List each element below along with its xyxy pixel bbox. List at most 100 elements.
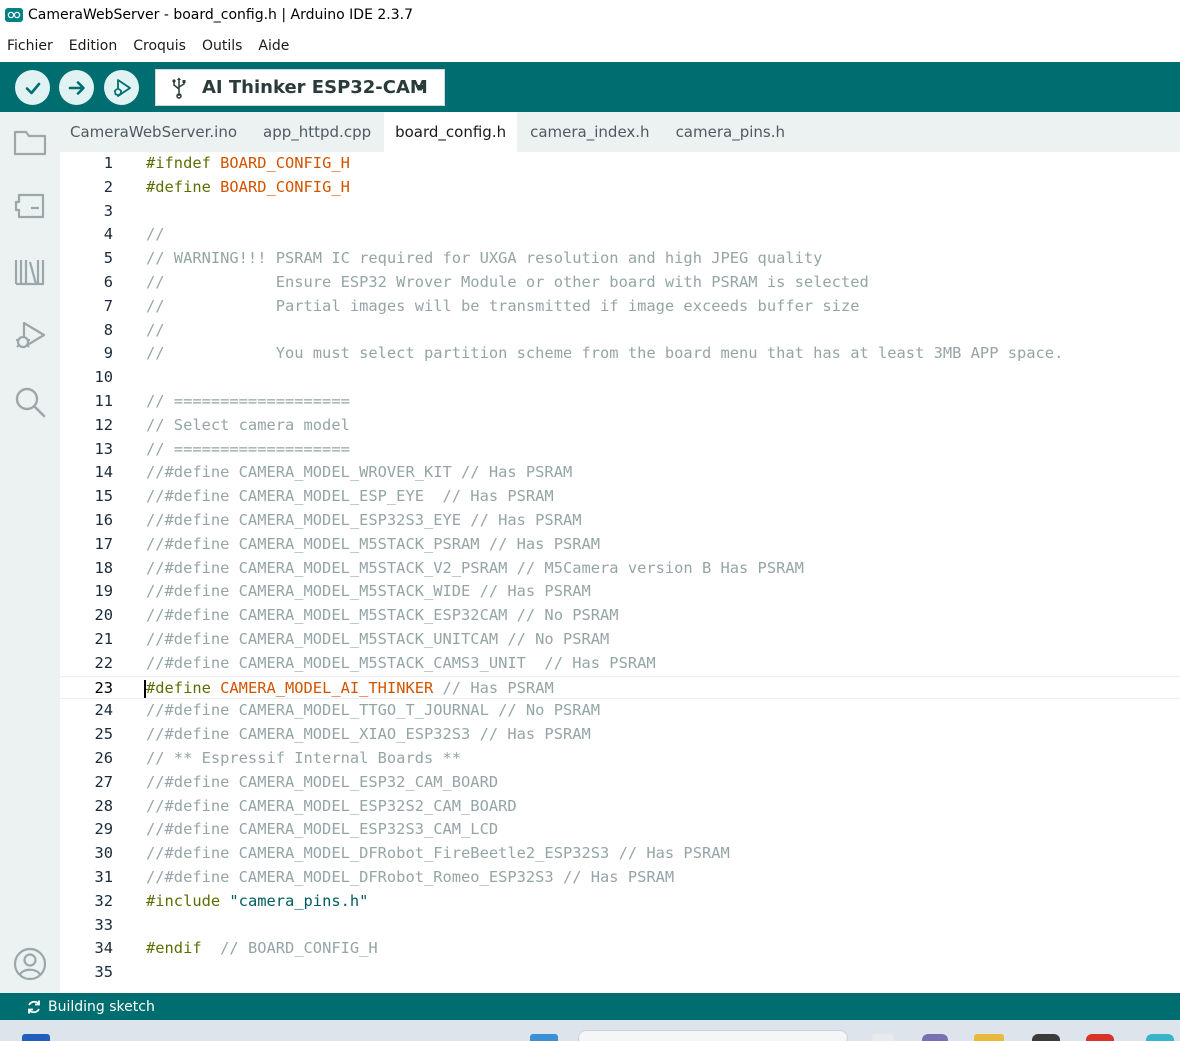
code-token-comment: //#define CAMERA_MODEL_ESP32S3_EYE // Ha… (146, 511, 582, 529)
code-line[interactable]: 8 // (60, 319, 1180, 343)
code-line[interactable]: 17 //#define CAMERA_MODEL_M5STACK_PSRAM /… (60, 533, 1180, 557)
code-token-comment: //#define CAMERA_MODEL_WROVER_KIT // Has… (146, 463, 573, 482)
check-icon (25, 82, 40, 94)
code-line[interactable]: 4 // (60, 223, 1180, 247)
code-line[interactable]: 14 //#define CAMERA_MODEL_WROVER_KIT // H… (60, 461, 1180, 485)
upload-button[interactable] (59, 70, 94, 105)
debug-button[interactable] (104, 70, 139, 105)
board-name: AI Thinker ESP32-CAM (202, 77, 428, 98)
code-line[interactable]: 3 (60, 200, 1180, 224)
line-number: 20 (94, 606, 113, 625)
code-line[interactable]: 2 #define BOARD_CONFIG_H (60, 176, 1180, 200)
code-line[interactable]: 22 //#define CAMERA_MODEL_M5STACK_CAMS3_U… (60, 652, 1180, 676)
taskbar-app-icon[interactable] (872, 1034, 894, 1041)
tab-camera-index-h[interactable]: camera_index.h (517, 112, 662, 152)
status-bar: Building sketch (0, 993, 1180, 1020)
code-token-comment: // =================== (146, 392, 350, 410)
code-token-directive: #include (146, 891, 230, 910)
tab-board-config-h[interactable]: board_config.h (384, 112, 518, 152)
board-manager-icon[interactable] (12, 188, 48, 224)
line-number: 30 (94, 844, 113, 863)
code-line[interactable]: 15 //#define CAMERA_MODEL_ESP_EYE // Has … (60, 485, 1180, 509)
verify-button[interactable] (15, 70, 50, 105)
taskbar-search-input[interactable] (578, 1030, 848, 1041)
code-text: #endif // BOARD_CONFIG_H (146, 937, 378, 961)
code-text: #define CAMERA_MODEL_AI_THINKER // Has P… (146, 677, 554, 701)
menu-croquis[interactable]: Croquis (133, 38, 186, 54)
toolbar: AI Thinker ESP32-CAM (0, 62, 1180, 112)
code-line[interactable]: 12 // Select camera model (60, 414, 1180, 438)
code-line[interactable]: 11 // =================== (60, 390, 1180, 414)
menu-aide[interactable]: Aide (258, 38, 289, 54)
code-text: // (146, 319, 165, 343)
tab-app-httpd-cpp[interactable]: app_httpd.cpp (250, 112, 384, 152)
line-number: 8 (103, 320, 113, 339)
start-icon[interactable] (22, 1034, 50, 1041)
code-line[interactable]: 33 (60, 914, 1180, 938)
code-line[interactable]: 27 //#define CAMERA_MODEL_ESP32_CAM_BOARD (60, 771, 1180, 795)
code-line[interactable]: 5 // WARNING!!! PSRAM IC required for UXG… (60, 247, 1180, 271)
code-line[interactable]: 19 //#define CAMERA_MODEL_M5STACK_WIDE //… (60, 580, 1180, 604)
code-line[interactable]: 1 #ifndef BOARD_CONFIG_H (60, 152, 1180, 176)
debug-icon[interactable] (12, 318, 48, 354)
code-line[interactable]: 25 //#define CAMERA_MODEL_XIAO_ESP32S3 //… (60, 723, 1180, 747)
taskbar-app-icon[interactable] (1086, 1034, 1114, 1041)
code-line[interactable]: 18 //#define CAMERA_MODEL_M5STACK_V2_PSRA… (60, 557, 1180, 581)
code-line[interactable]: 21 //#define CAMERA_MODEL_M5STACK_UNITCAM… (60, 628, 1180, 652)
tab-camera-pins-h[interactable]: camera_pins.h (663, 112, 798, 152)
code-token-directive: #endif (146, 939, 211, 958)
taskbar-app-icon[interactable] (922, 1034, 948, 1041)
code-line[interactable]: 35 (60, 961, 1180, 985)
code-line[interactable]: 32 #include "camera_pins.h" (60, 890, 1180, 914)
code-token-comment: //#define CAMERA_MODEL_ESP32S2_CAM_BOARD (146, 796, 517, 815)
code-text: //#define CAMERA_MODEL_M5STACK_V2_PSRAM … (146, 557, 804, 581)
line-number: 6 (103, 273, 113, 291)
board-selector[interactable]: AI Thinker ESP32-CAM (155, 69, 445, 106)
menu-outils[interactable]: Outils (202, 38, 242, 54)
usb-icon (170, 77, 188, 99)
code-line[interactable]: 13 // =================== (60, 438, 1180, 462)
code-token-comment: //#define CAMERA_MODEL_M5STACK_UNITCAM /… (146, 630, 610, 648)
account-icon[interactable] (12, 946, 48, 982)
code-text: //#define CAMERA_MODEL_ESP32S3_CAM_LCD (146, 818, 498, 842)
code-token-comment: // Ensure ESP32 Wrover Module or other b… (146, 273, 869, 291)
line-number: 31 (94, 868, 113, 886)
tab-camerawebserver-ino[interactable]: CameraWebServer.ino (57, 112, 250, 152)
taskbar-app-icon[interactable] (1032, 1034, 1060, 1041)
chevron-down-icon (416, 85, 426, 91)
folder-icon[interactable] (12, 124, 48, 160)
folder-icon[interactable] (974, 1034, 1004, 1041)
code-line[interactable]: 29 //#define CAMERA_MODEL_ESP32S3_CAM_LCD (60, 818, 1180, 842)
code-line[interactable]: 28 //#define CAMERA_MODEL_ESP32S2_CAM_BOA… (60, 795, 1180, 819)
search-icon[interactable] (12, 384, 48, 420)
code-token-comment: //#define CAMERA_MODEL_TTGO_T_JOURNAL //… (146, 701, 601, 720)
code-line[interactable]: 34 #endif // BOARD_CONFIG_H (60, 937, 1180, 961)
line-number: 11 (94, 392, 113, 410)
code-line[interactable]: 7 // Partial images will be transmitted i… (60, 295, 1180, 319)
code-token-comment: //#define CAMERA_MODEL_DFRobot_Romeo_ESP… (146, 868, 675, 886)
menu-fichier[interactable]: Fichier (7, 38, 53, 54)
library-icon[interactable] (12, 254, 48, 290)
code-line[interactable]: 26 // ** Espressif Internal Boards ** (60, 747, 1180, 771)
os-taskbar (0, 1020, 1180, 1041)
code-token-comment: // Partial images will be transmitted if… (146, 296, 860, 315)
code-line[interactable]: 6 // Ensure ESP32 Wrover Module or other … (60, 271, 1180, 295)
code-line[interactable]: 31 //#define CAMERA_MODEL_DFRobot_Romeo_E… (60, 866, 1180, 890)
code-line[interactable]: 20 //#define CAMERA_MODEL_M5STACK_ESP32CA… (60, 604, 1180, 628)
code-text: //#define CAMERA_MODEL_M5STACK_WIDE // H… (146, 580, 591, 604)
code-line[interactable]: 24 //#define CAMERA_MODEL_TTGO_T_JOURNAL … (60, 699, 1180, 723)
title-bar: CameraWebServer - board_config.h | Ardui… (0, 0, 1180, 30)
code-text: //#define CAMERA_MODEL_M5STACK_UNITCAM /… (146, 628, 609, 652)
code-line[interactable]: 16 //#define CAMERA_MODEL_ESP32S3_EYE // … (60, 509, 1180, 533)
code-line[interactable]: 9 // You must select partition scheme fro… (60, 342, 1180, 366)
code-line[interactable]: 30 //#define CAMERA_MODEL_DFRobot_FireBee… (60, 842, 1180, 866)
code-line[interactable]: 23 #define CAMERA_MODEL_AI_THINKER // Has… (60, 675, 1180, 701)
code-editor[interactable]: 1 #ifndef BOARD_CONFIG_H 2 #define BOARD_CO… (60, 152, 1180, 993)
taskbar-app-icon[interactable] (1146, 1034, 1174, 1041)
window-title: CameraWebServer - board_config.h | Ardui… (28, 7, 413, 23)
code-line[interactable]: 10 (60, 366, 1180, 390)
line-number: 16 (94, 511, 113, 529)
windows-icon[interactable] (530, 1034, 558, 1041)
code-text: //#define CAMERA_MODEL_WROVER_KIT // Has… (146, 461, 572, 485)
menu-edition[interactable]: Edition (69, 38, 117, 54)
